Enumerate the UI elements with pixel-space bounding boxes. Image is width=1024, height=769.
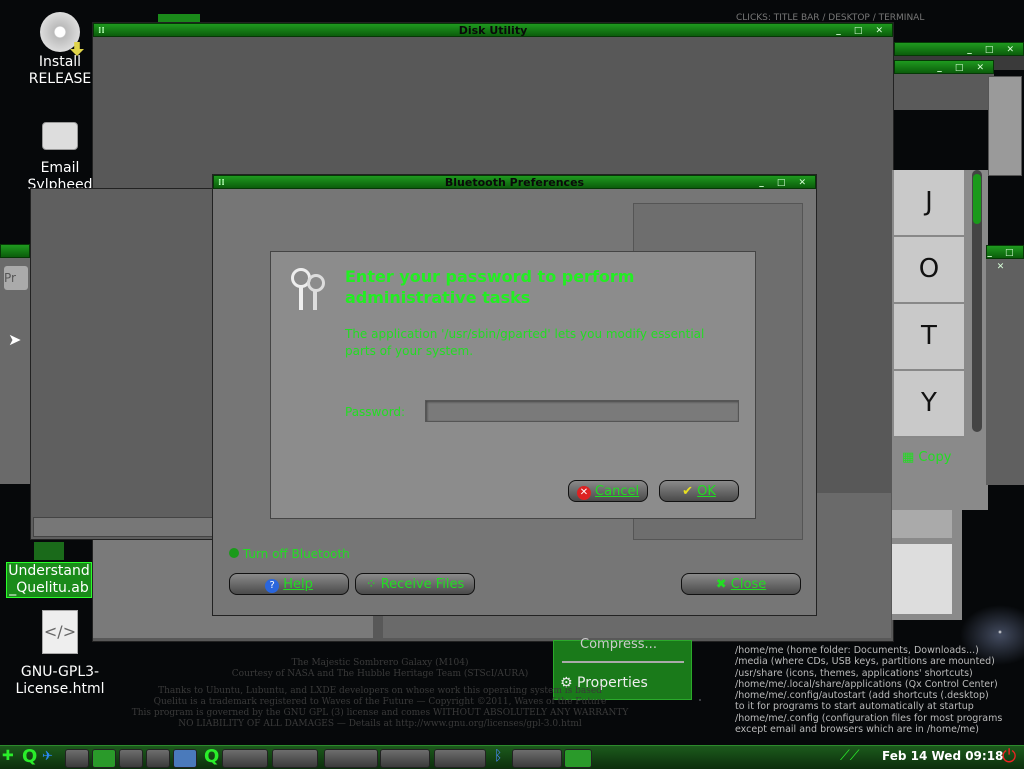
power-icon[interactable]: ⏻ xyxy=(1002,746,1016,767)
info-line: /home/me/.config (configuration files fo… xyxy=(735,712,1003,724)
taskbar: ✚ Q ✈ Q ᛒ ⟋⟋ Feb 14 Wed 09:18 ⏻ xyxy=(0,745,1024,769)
cancel-icon: ✕ xyxy=(576,486,591,500)
task-window-2[interactable] xyxy=(272,749,318,768)
task-window-3[interactable] xyxy=(324,749,378,768)
background-window-3[interactable]: _ □ ✕ xyxy=(986,245,1024,485)
disc-icon xyxy=(40,12,84,56)
document-icon xyxy=(34,542,64,560)
grip-icon: ⁞⁞ xyxy=(218,178,225,188)
window-controls[interactable]: _ □ ✕ xyxy=(987,246,1019,274)
desktop-icon-label: GNU-GPL3- xyxy=(20,664,100,680)
cancel-label: Cancel xyxy=(595,484,640,499)
q-app-icon[interactable]: Q xyxy=(204,746,219,767)
copy-label: Copy xyxy=(918,450,952,465)
task-disk-utility[interactable] xyxy=(222,749,268,768)
network-icon[interactable]: ⟋⟋ xyxy=(840,748,860,764)
bluetooth-status[interactable]: Turn off Bluetooth xyxy=(229,547,350,561)
copy-icon: ▦ xyxy=(902,450,919,465)
info-line: /home/me/.local/share/applications (Qx C… xyxy=(735,678,998,690)
keys-icon xyxy=(291,268,325,312)
password-field[interactable] xyxy=(425,400,739,422)
email-icon xyxy=(42,122,78,150)
receive-icon: ⁘ xyxy=(365,577,381,592)
quelitu-menu-icon[interactable]: Q xyxy=(22,746,37,767)
mouse-cursor: ➤ xyxy=(8,330,22,349)
help-label: Help xyxy=(283,577,313,592)
html-file-icon: </> xyxy=(42,610,78,654)
keyboard-scrollbar[interactable] xyxy=(972,170,982,432)
auth-dialog[interactable]: Enter your password to perform administr… xyxy=(270,251,756,519)
window-controls[interactable]: _ □ ✕ xyxy=(836,24,888,38)
cancel-button[interactable]: ✕ Cancel xyxy=(568,480,648,502)
window-controls[interactable]: _ □ ✕ xyxy=(967,43,1019,57)
close-label: Close xyxy=(730,577,767,592)
task-window-4[interactable] xyxy=(380,749,430,768)
grip-icon: ⁞⁞ xyxy=(98,26,105,36)
window-controls[interactable]: _ □ ✕ xyxy=(759,176,811,190)
clock[interactable]: Feb 14 Wed 09:18 xyxy=(882,749,1003,763)
credit-line: This program is governed by the GNU GPL … xyxy=(131,708,629,718)
password-label: Password: xyxy=(345,405,406,419)
background-window-4 xyxy=(892,510,962,620)
bluetooth-title: Bluetooth Preferences xyxy=(444,176,585,189)
disk-utility-titlebar[interactable]: ⁞⁞ Disk Utility _ □ ✕ xyxy=(93,23,893,37)
info-line: except email and browsers which are in /… xyxy=(735,724,979,736)
help-icon: ? xyxy=(265,579,280,593)
key-o[interactable]: O xyxy=(894,237,964,304)
desktop-info: /home/me (home folder: Documents, Downlo… xyxy=(735,645,1024,735)
key-t[interactable]: T xyxy=(894,304,964,371)
key-j[interactable]: J xyxy=(894,170,964,237)
desktop-icon-label: _Quelitu.ab xyxy=(9,580,89,596)
info-line: /media (where CDs, USB keys, partitions … xyxy=(735,656,995,668)
disk-utility-title: Disk Utility xyxy=(458,24,528,37)
keyboard-copy[interactable]: ▦ Copy xyxy=(902,450,951,465)
info-line: /home/me/.config/autostart (add shortcut… xyxy=(735,690,989,702)
desktop-icon-understand[interactable]: Understand _Quelitu.ab xyxy=(6,542,92,598)
close-button[interactable]: ✖ Close xyxy=(681,573,801,595)
credit-line: NO LIABILITY OF ALL DAMAGES — Details at… xyxy=(178,719,582,729)
credit-line: Courtesy of NASA and The Hubble Heritage… xyxy=(231,669,529,679)
ok-label: OK xyxy=(697,484,716,499)
launcher-files[interactable] xyxy=(65,749,89,768)
window-controls[interactable]: _ □ ✕ xyxy=(937,61,989,75)
bluetooth-tray-icon[interactable]: ᛒ xyxy=(494,748,502,764)
menu-arrows-icon[interactable]: ✚ xyxy=(2,748,14,764)
background-window-left[interactable]: Pr xyxy=(0,244,30,484)
auth-heading: Enter your password to perform administr… xyxy=(345,267,635,307)
credit-line: Quelitu is a trademark registered to Wav… xyxy=(153,697,607,707)
bluetooth-status-label: Turn off Bluetooth xyxy=(242,547,350,561)
receive-label: Receive Files xyxy=(380,577,465,592)
checkmark-icon: ✔ xyxy=(682,484,693,499)
close-icon: ✖ xyxy=(715,577,731,592)
background-window-2[interactable]: _ □ ✕ xyxy=(894,60,994,110)
background-panel-gray xyxy=(988,76,1022,176)
credit-line: Thanks to Ubuntu, Lubuntu, and LXDE deve… xyxy=(158,686,602,696)
desktop-icon-label: Understand xyxy=(8,563,90,579)
launcher-settings[interactable] xyxy=(119,749,143,768)
ok-button[interactable]: ✔ OK xyxy=(659,480,739,502)
key-y[interactable]: Y xyxy=(894,371,964,438)
help-button[interactable]: ? Help xyxy=(229,573,349,595)
launcher-browser[interactable] xyxy=(146,749,170,768)
launcher-desktop[interactable] xyxy=(173,749,197,768)
status-dot-icon xyxy=(229,548,239,558)
launcher-icon[interactable]: ✈ xyxy=(42,749,53,764)
credit-line: The Majestic Sombrero Galaxy (M104) xyxy=(291,658,469,668)
receive-files-button[interactable]: ⁘ Receive Files xyxy=(355,573,475,595)
launcher-terminal[interactable] xyxy=(92,749,116,768)
auth-message: The application '/usr/sbin/gparted' lets… xyxy=(345,327,705,358)
desktop-icon-label: License.html xyxy=(15,681,105,697)
info-line: to it for programs to start automaticall… xyxy=(735,701,974,713)
task-window-6[interactable] xyxy=(512,749,562,768)
task-window-7[interactable] xyxy=(564,749,592,768)
desktop-credits: The Majestic Sombrero Galaxy (M104) Cour… xyxy=(100,658,660,730)
task-window-5[interactable] xyxy=(434,749,486,768)
info-line: /usr/share (icons, themes, applications'… xyxy=(735,667,973,679)
bluetooth-titlebar[interactable]: ⁞⁞ Bluetooth Preferences _ □ ✕ xyxy=(213,175,816,189)
info-line: /home/me (home folder: Documents, Downlo… xyxy=(735,645,979,656)
menu-item-compress[interactable]: Compress... xyxy=(580,637,657,652)
